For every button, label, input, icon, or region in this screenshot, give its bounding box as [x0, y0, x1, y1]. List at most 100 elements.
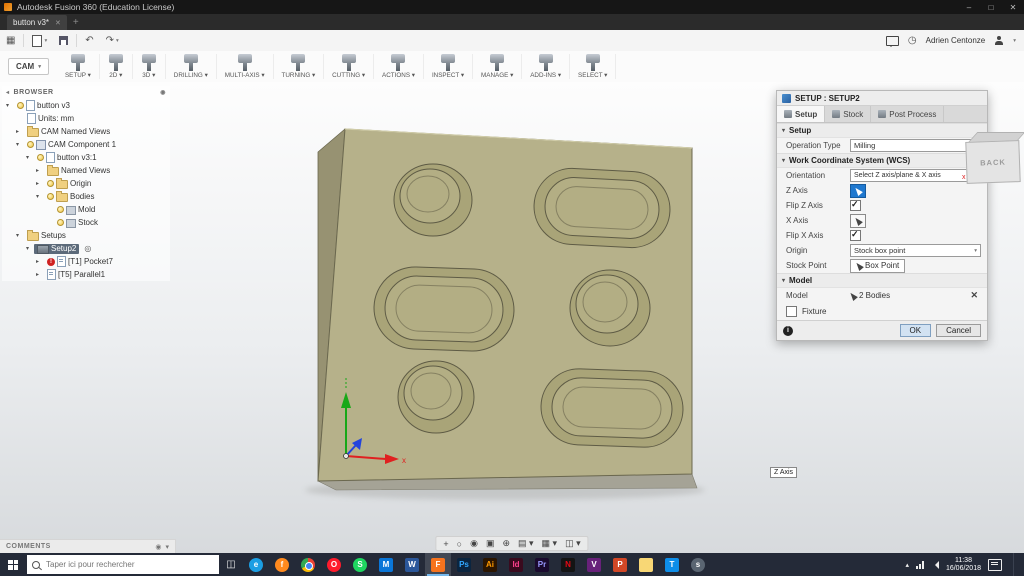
- model-selection[interactable]: 2 Bodies: [848, 290, 967, 301]
- tree-item-cam-component-1[interactable]: ▾ CAM Component 1: [2, 138, 170, 151]
- show-desktop-button[interactable]: [1013, 553, 1018, 576]
- taskbar-app-opera[interactable]: O: [321, 553, 347, 576]
- document-tab[interactable]: button v3* ✕: [7, 15, 67, 30]
- new-tab-button[interactable]: +: [73, 17, 79, 30]
- viewports-icon[interactable]: ◫ ▾: [562, 538, 584, 549]
- taskbar-app-mail[interactable]: M: [373, 553, 399, 576]
- data-panel-button[interactable]: ▦: [0, 30, 21, 51]
- minimize-button[interactable]: –: [958, 3, 980, 12]
- expand-arrow-icon[interactable]: ▾: [16, 232, 24, 239]
- taskbar-app-teamviewer[interactable]: T: [659, 553, 685, 576]
- tree-item-button-v3[interactable]: ▾ button v3: [2, 99, 170, 112]
- origin-point[interactable]: [343, 453, 349, 459]
- maximize-button[interactable]: □: [980, 3, 1002, 12]
- origin-select[interactable]: Stock box point ▾: [850, 244, 981, 257]
- bulb-icon[interactable]: [57, 206, 64, 213]
- ribbon-group-select[interactable]: SELECT ▾: [570, 54, 617, 79]
- tree-item-named-views[interactable]: ▸ Named Views: [2, 164, 170, 177]
- taskbar-app-netflix[interactable]: N: [555, 553, 581, 576]
- cancel-button[interactable]: Cancel: [936, 324, 981, 337]
- taskbar-app-illustrator[interactable]: Ai: [477, 553, 503, 576]
- taskbar-app-chrome[interactable]: [295, 553, 321, 576]
- comments-bar[interactable]: COMMENTS ◉ ▾: [0, 539, 176, 553]
- remove-model-button[interactable]: ✕: [967, 290, 981, 301]
- tray-chevron-icon[interactable]: ▴: [905, 561, 909, 569]
- tab-setup[interactable]: Setup: [777, 106, 826, 122]
- bulb-icon[interactable]: [37, 154, 44, 161]
- task-view-button[interactable]: ◫: [219, 553, 243, 576]
- ribbon-group-manage[interactable]: MANAGE ▾: [473, 54, 523, 79]
- bulb-icon[interactable]: [17, 102, 24, 109]
- bulb-icon[interactable]: [47, 193, 54, 200]
- volume-icon[interactable]: [931, 560, 939, 569]
- expand-arrow-icon[interactable]: ▸: [36, 258, 44, 265]
- fixture-checkbox[interactable]: [786, 306, 797, 317]
- section-setup[interactable]: ▾ Setup: [777, 123, 987, 138]
- tree-item-bodies[interactable]: ▾ Bodies: [2, 190, 170, 203]
- bulb-icon[interactable]: [57, 219, 64, 226]
- bulb-icon[interactable]: [27, 141, 34, 148]
- section-model[interactable]: ▾ Model: [777, 273, 987, 288]
- account-menu-chevron[interactable]: ▾: [1013, 38, 1016, 44]
- browser-display-mode-icon[interactable]: ◉: [160, 89, 166, 96]
- orbit-icon[interactable]: ○: [454, 539, 465, 549]
- taskbar-app-file-explorer[interactable]: [633, 553, 659, 576]
- taskbar-clock[interactable]: 11:38 16/06/2018: [946, 557, 981, 573]
- close-tab-icon[interactable]: ✕: [55, 19, 61, 27]
- suppress-icon[interactable]: ◎: [84, 244, 91, 253]
- expand-arrow-icon[interactable]: ▾: [6, 102, 14, 109]
- comments-icon[interactable]: [885, 35, 899, 47]
- grid-and-snaps-icon[interactable]: ▦ ▾: [539, 538, 561, 549]
- taskbar-app-powerpoint[interactable]: P: [607, 553, 633, 576]
- expand-arrow-icon[interactable]: ▸: [36, 167, 44, 174]
- ribbon-group-multi-axis[interactable]: MULTI-AXIS ▾: [217, 54, 274, 79]
- close-button[interactable]: ✕: [1002, 3, 1024, 12]
- notifications-clock-icon[interactable]: ◷: [908, 35, 917, 46]
- tree-item-mold[interactable]: Mold: [2, 203, 170, 216]
- tree-item-t5-parallel1[interactable]: ▸ [T5] Parallel1: [2, 268, 170, 281]
- look-at-icon[interactable]: ◉: [467, 538, 481, 549]
- taskbar-app-spotify[interactable]: S: [347, 553, 373, 576]
- expand-arrow-icon[interactable]: ▾: [26, 245, 34, 252]
- tree-item-button-v3-1[interactable]: ▾ button v3:1: [2, 151, 170, 164]
- taskbar-app-indesign[interactable]: Id: [503, 553, 529, 576]
- account-avatar-icon[interactable]: [994, 35, 1004, 46]
- tab-post-process[interactable]: Post Process: [871, 106, 945, 122]
- ok-button[interactable]: OK: [899, 324, 932, 337]
- expand-arrow-icon[interactable]: ▸: [36, 271, 44, 278]
- ribbon-group-turning[interactable]: TURNING ▾: [274, 54, 325, 79]
- undo-button[interactable]: ↶: [79, 30, 99, 51]
- info-icon[interactable]: i: [783, 325, 793, 336]
- ribbon-group-actions[interactable]: ACTIONS ▾: [374, 54, 424, 79]
- pan-icon[interactable]: +: [440, 539, 451, 549]
- flip-z-checkbox[interactable]: [850, 199, 861, 211]
- ribbon-group-3d[interactable]: 3D ▾: [133, 54, 166, 79]
- display-settings-icon[interactable]: ▤ ▾: [515, 538, 537, 549]
- z-axis-select-button[interactable]: [850, 183, 866, 198]
- comments-expand-icon[interactable]: ◉: [155, 543, 161, 551]
- taskbar-app-photoshop[interactable]: Ps: [451, 553, 477, 576]
- taskbar-search[interactable]: [27, 555, 219, 574]
- file-menu-button[interactable]: ▾: [26, 30, 53, 51]
- flip-x-checkbox[interactable]: [850, 229, 861, 241]
- view-cube-front-face[interactable]: BACK: [965, 140, 1021, 184]
- tab-stock[interactable]: Stock: [825, 106, 872, 122]
- expand-arrow-icon[interactable]: ▸: [16, 128, 24, 135]
- bulb-icon[interactable]: [47, 180, 54, 187]
- tree-item-units-mm[interactable]: Units: mm: [2, 112, 170, 125]
- tree-item-setup2[interactable]: ▾ Setup2 ◎: [2, 242, 170, 255]
- ribbon-group-setup[interactable]: SETUP ▾: [57, 54, 100, 79]
- tree-item-origin[interactable]: ▸ Origin: [2, 177, 170, 190]
- stock-point-button[interactable]: Box Point: [850, 258, 906, 273]
- save-button[interactable]: [53, 30, 74, 51]
- redo-button[interactable]: ↷ ▾: [100, 30, 125, 51]
- tree-item-cam-named-views[interactable]: ▸ CAM Named Views: [2, 125, 170, 138]
- taskbar-app-edge[interactable]: e: [243, 553, 269, 576]
- workspace-selector[interactable]: CAM ▾: [8, 58, 49, 75]
- expand-arrow-icon[interactable]: ▸: [36, 180, 44, 187]
- ribbon-group-inspect[interactable]: INSPECT ▾: [424, 54, 474, 79]
- ribbon-group-drilling[interactable]: DRILLING ▾: [166, 54, 217, 79]
- tree-item-t1-pocket7[interactable]: ▸! [T1] Pocket7: [2, 255, 170, 268]
- action-center-icon[interactable]: [988, 558, 1002, 571]
- tree-item-setups[interactable]: ▾ Setups: [2, 229, 170, 242]
